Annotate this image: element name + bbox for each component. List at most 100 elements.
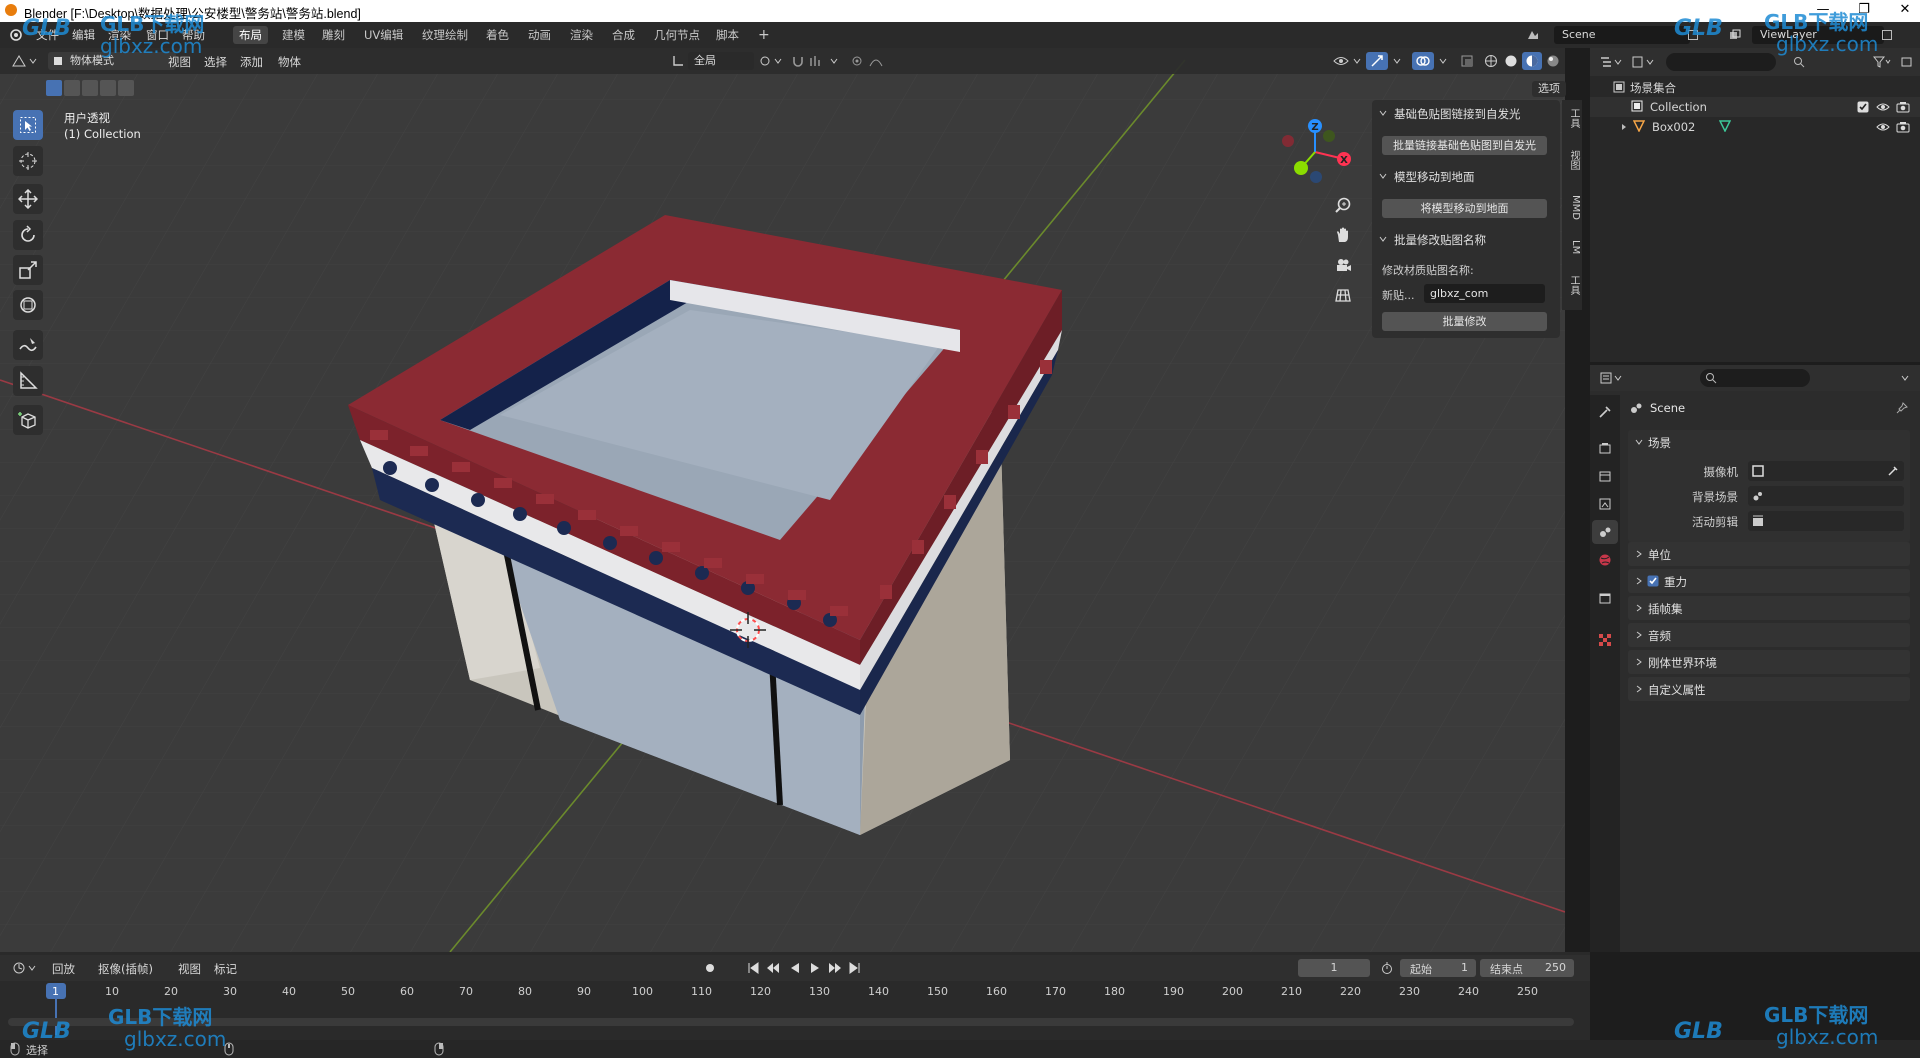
display-mode-icon[interactable] (1630, 53, 1658, 71)
tool-settings-icon[interactable] (1595, 402, 1615, 422)
gizmo-toggle-icon[interactable] (1366, 52, 1388, 70)
link-basecolor-emission-button[interactable]: 批量链接基础色贴图到自发光 (1382, 136, 1547, 155)
outliner-editor-icon[interactable] (1598, 53, 1626, 71)
pivot-point-icon[interactable] (756, 52, 786, 70)
collection-properties-icon[interactable] (1595, 588, 1615, 608)
tab-mmd[interactable]: MMD (1563, 195, 1581, 220)
move-to-ground-button[interactable]: 将模型移动到地面 (1382, 199, 1547, 218)
add-workspace-button[interactable]: + (752, 26, 776, 44)
render-properties-icon[interactable] (1595, 438, 1615, 458)
next-keyframe-icon[interactable] (826, 959, 844, 977)
record-icon[interactable] (700, 959, 720, 977)
tab-scripting[interactable]: 脚本 (710, 26, 745, 44)
properties-editor-icon[interactable] (1598, 369, 1626, 387)
render-camera-icon[interactable] (1896, 120, 1910, 134)
rotate-tool[interactable] (13, 220, 43, 250)
eye-icon[interactable] (1876, 120, 1890, 134)
scene-properties-icon[interactable] (1592, 520, 1618, 544)
camera-field[interactable] (1748, 461, 1904, 481)
tab-texture-paint[interactable]: 纹理绘制 (416, 26, 474, 44)
current-frame-field[interactable]: 1 (1298, 959, 1370, 977)
tab-modeling[interactable]: 建模 (276, 26, 311, 44)
add-cube-tool[interactable] (13, 405, 43, 435)
section-audio[interactable]: 音频 (1628, 623, 1910, 647)
material-preview-icon[interactable] (1522, 52, 1542, 70)
start-frame-field[interactable]: 起始 1 (1400, 959, 1476, 977)
outliner-row-collection[interactable]: Collection (1590, 97, 1920, 117)
camera-view-icon[interactable] (1332, 254, 1354, 276)
rendered-shading-icon[interactable] (1544, 52, 1562, 70)
navigation-gizmo[interactable]: X Z (1275, 112, 1355, 192)
world-properties-icon[interactable] (1595, 550, 1615, 570)
tab-view[interactable]: 视图 (1563, 150, 1581, 170)
options-dropdown[interactable]: 选项 (1532, 81, 1566, 97)
measure-tool[interactable] (13, 366, 43, 396)
jump-start-icon[interactable] (744, 959, 762, 977)
section-keying-sets[interactable]: 插帧集 (1628, 596, 1910, 620)
overlay-dropdown-icon[interactable] (1436, 52, 1450, 70)
background-scene-field[interactable] (1748, 486, 1904, 506)
select-invert-icon[interactable] (100, 80, 116, 96)
new-name-input[interactable]: glbxz_com (1424, 284, 1545, 303)
batch-rename-button[interactable]: 批量修改 (1382, 312, 1547, 331)
move-tool[interactable] (13, 184, 43, 214)
tab-shading[interactable]: 着色 (480, 26, 515, 44)
section-gravity[interactable]: 重力 (1628, 569, 1910, 593)
panel-header-rename[interactable]: 批量修改贴图名称 (1394, 232, 1486, 248)
proportional-editing-icon[interactable] (848, 52, 892, 70)
collapse-chevron-icon[interactable] (1378, 171, 1388, 181)
viewport-menu-object[interactable]: 物体 (278, 54, 301, 70)
collapse-chevron-icon[interactable] (1378, 234, 1388, 244)
section-custom-properties[interactable]: 自定义属性 (1628, 677, 1910, 701)
pan-hand-icon[interactable] (1332, 224, 1354, 246)
eye-icon[interactable] (1876, 100, 1890, 114)
outliner-scene-collection[interactable]: 场景集合 (1590, 78, 1920, 98)
tab-lm[interactable]: LM (1563, 240, 1581, 254)
timeline-menu-view[interactable]: 视图 (178, 961, 201, 977)
tab-rendering[interactable]: 渲染 (564, 26, 599, 44)
tab-geometry-nodes[interactable]: 几何节点 (648, 26, 706, 44)
chevron-down-icon[interactable] (1634, 437, 1644, 447)
view-layer-properties-icon[interactable] (1595, 494, 1615, 514)
timeline-editor-icon[interactable] (10, 959, 40, 977)
timeline-menu-marker[interactable]: 标记 (214, 961, 237, 977)
tab-uv-editing[interactable]: UV编辑 (358, 26, 409, 44)
section-rigid-body-world[interactable]: 刚体世界环境 (1628, 650, 1910, 674)
jump-end-icon[interactable] (846, 959, 864, 977)
render-camera-icon[interactable] (1896, 100, 1910, 114)
collapse-chevron-icon[interactable] (1378, 108, 1388, 118)
select-intersect-icon[interactable] (118, 80, 134, 96)
solid-shading-icon[interactable] (1502, 52, 1520, 70)
expand-arrow-icon[interactable] (1618, 120, 1630, 134)
gravity-checkbox-icon[interactable] (1646, 574, 1660, 588)
tab-compositing[interactable]: 合成 (606, 26, 641, 44)
gizmo-dropdown-icon[interactable] (1390, 52, 1404, 70)
annotate-tool[interactable] (13, 330, 43, 360)
prev-keyframe-icon[interactable] (764, 959, 782, 977)
play-reverse-icon[interactable] (786, 959, 804, 977)
output-properties-icon[interactable] (1595, 466, 1615, 486)
outliner-row-box002[interactable]: Box002 (1590, 117, 1920, 137)
visibility-icon[interactable] (1330, 52, 1364, 70)
scene-icon[interactable] (1524, 26, 1542, 44)
play-icon[interactable] (806, 959, 824, 977)
overlay-toggle-icon[interactable] (1412, 52, 1434, 70)
timeline-menu-playback[interactable]: 回放 (52, 961, 75, 977)
mesh-data-icon[interactable] (1718, 119, 1732, 133)
ortho-grid-icon[interactable] (1332, 284, 1354, 306)
timeline-menu-keying[interactable]: 抠像(插帧) (98, 961, 153, 977)
select-new-icon[interactable] (46, 80, 62, 96)
zoom-icon[interactable] (1332, 194, 1354, 216)
snap-icon[interactable] (790, 52, 846, 70)
select-subtract-icon[interactable] (82, 80, 98, 96)
wireframe-shading-icon[interactable] (1482, 52, 1500, 70)
select-extend-icon[interactable] (64, 80, 80, 96)
pin-icon[interactable] (1894, 400, 1910, 416)
panel-header-move-ground[interactable]: 模型移动到地面 (1394, 169, 1475, 185)
panel-header-emission[interactable]: 基础色贴图链接到自发光 (1394, 106, 1521, 122)
xray-icon[interactable] (1458, 52, 1476, 70)
texture-properties-icon[interactable] (1595, 630, 1615, 650)
tab-tool-2[interactable]: 工具 (1563, 275, 1581, 295)
transform-orientation-dropdown[interactable]: 全局 (688, 52, 754, 70)
eyedropper-icon[interactable] (1886, 464, 1900, 478)
